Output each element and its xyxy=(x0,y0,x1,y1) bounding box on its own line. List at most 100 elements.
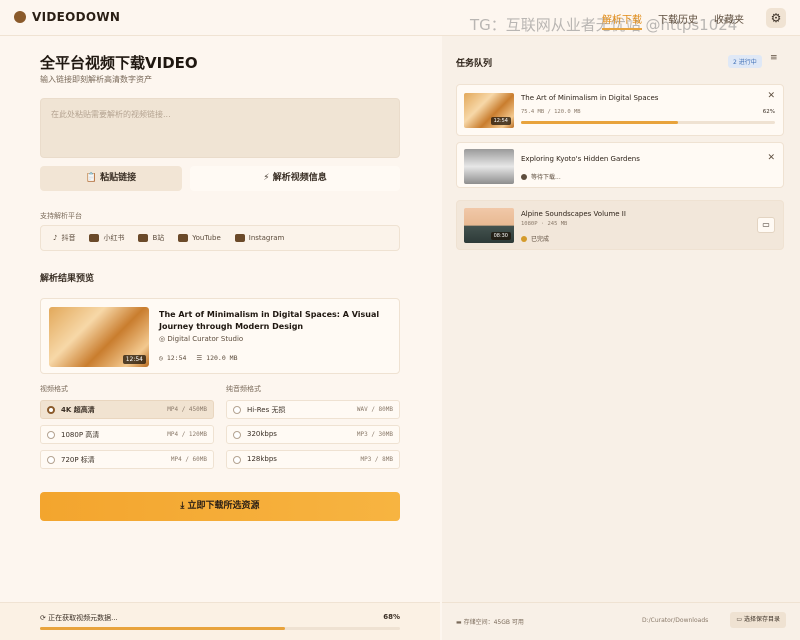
audio-option-320[interactable]: 320kbps MP3 / 30MB xyxy=(226,425,400,444)
platform-label: Instagram xyxy=(248,234,285,242)
option-meta: MP4 / 450MB xyxy=(167,406,207,413)
option-meta: MP3 / 30MB xyxy=(356,431,393,438)
platform-label: 小红书 xyxy=(103,234,125,242)
download-selected-button[interactable]: ⤓ 立即下载所选资源 xyxy=(40,492,400,521)
radio xyxy=(47,456,55,464)
video-option-4k[interactable]: 4K 超高清 MP4 / 450MB xyxy=(40,400,214,419)
queue-panel: 任务队列 2 进行中 ≡ 12:54 The Art of Minimalism… xyxy=(442,36,800,640)
platform-youtube[interactable]: YouTube xyxy=(178,234,221,242)
result-section-title: 解析结果预览 xyxy=(40,274,95,284)
open-folder-icon[interactable]: ▭ xyxy=(757,217,775,233)
platform-douyin[interactable]: ♪ 抖音 xyxy=(53,233,75,243)
status-progress-bar xyxy=(40,627,400,630)
option-meta: MP4 / 120MB xyxy=(167,431,207,438)
queue-status-text: 等待下载... xyxy=(531,174,561,181)
nav-item-history[interactable]: 下载历史 xyxy=(658,11,698,30)
video-option-1080p[interactable]: 1080P 高清 MP4 / 120MB xyxy=(40,425,214,444)
choose-directory-button[interactable]: ▭ 选择保存目录 xyxy=(730,612,786,628)
option-meta: MP4 / 60MB xyxy=(170,456,207,463)
clock-icon: ◷ xyxy=(159,354,163,362)
queue-item-percent: 62% xyxy=(762,109,775,115)
video-title: The Art of Minimalism in Digital Spaces:… xyxy=(159,310,380,331)
book-icon xyxy=(89,234,100,242)
audio-option-hires[interactable]: Hi-Res 无损 WAV / 80MB xyxy=(226,400,400,419)
platforms-label: 支持解析平台 xyxy=(40,212,82,220)
parse-video-button[interactable]: ⚡ 解析视频信息 xyxy=(190,166,400,191)
channel-name: Digital Curator Studio xyxy=(167,335,244,343)
queue-item: Exploring Kyoto's Hidden Gardens ✕ 等待下载.… xyxy=(456,142,784,188)
brand-name: VIDEODOWN xyxy=(32,10,121,24)
platform-xiaohongshu[interactable]: 小红书 xyxy=(89,233,124,243)
paste-label: 粘贴链接 xyxy=(100,173,137,183)
queue-thumbnail: 12:54 xyxy=(464,93,514,128)
option-name: Hi-Res 无损 xyxy=(247,406,286,414)
option-meta: MP3 / 8MB xyxy=(360,456,393,463)
play-icon xyxy=(178,234,189,242)
nav-item-favorites[interactable]: 收藏夹 xyxy=(714,11,744,30)
option-name: 4K 超高清 xyxy=(61,406,95,414)
tv-icon xyxy=(138,234,149,242)
nav-item-parse[interactable]: 解析下载 xyxy=(602,11,642,30)
queue-thumbnail xyxy=(464,149,514,184)
status-percent: 68% xyxy=(383,613,400,621)
size-meta: ☰ 120.0 MB xyxy=(196,354,237,362)
video-option-720p[interactable]: 720P 标清 MP4 / 60MB xyxy=(40,450,214,469)
queue-thumbnail: 08:30 xyxy=(464,208,514,243)
queue-menu-icon[interactable]: ≡ xyxy=(770,53,778,63)
queue-item-title: The Art of Minimalism in Digital Spaces xyxy=(521,94,659,102)
download-icon: ⤓ xyxy=(180,501,185,511)
page-subtitle: 输入链接即刻解析高清数字资产 xyxy=(40,75,152,84)
page-title: 全平台视频下载VIDEO xyxy=(40,54,198,72)
close-icon[interactable]: ✕ xyxy=(767,153,775,163)
audio-format-label: 纯音频格式 xyxy=(226,385,261,393)
queue-item-size: 1080P · 245 MB xyxy=(521,221,568,227)
storage-text: 存储空间：45GB 可用 xyxy=(463,619,524,626)
queue-item-status: 等待下载... xyxy=(521,172,561,181)
radio xyxy=(47,431,55,439)
duration-meta: ◷ 12:54 xyxy=(159,354,186,362)
platform-instagram[interactable]: Instagram xyxy=(234,234,285,242)
folder-icon: ▭ xyxy=(736,616,743,623)
video-meta: ◷ 12:54 ☰ 120.0 MB xyxy=(159,354,237,362)
brand-logo-icon xyxy=(14,11,26,23)
result-card: 12:54 The Art of Minimalism in Digital S… xyxy=(40,298,400,374)
audio-option-128[interactable]: 128kbps MP3 / 8MB xyxy=(226,450,400,469)
thumbnail-duration: 12:54 xyxy=(122,355,146,364)
queue-thumbnail-duration: 08:30 xyxy=(490,232,511,240)
platform-label: B站 xyxy=(152,234,165,242)
platform-label: YouTube xyxy=(192,234,221,242)
radio xyxy=(233,406,241,414)
bolt-icon: ⚡ xyxy=(263,173,270,183)
sync-icon: ⟳ xyxy=(40,614,46,622)
queue-footer: ▬ 存储空间：45GB 可用 D:/Curator/Downloads ▭ 选择… xyxy=(442,602,800,640)
database-icon: ☰ xyxy=(196,354,203,362)
clipboard-icon: 📋 xyxy=(85,173,98,183)
option-name: 720P 标清 xyxy=(61,456,95,464)
waiting-icon xyxy=(521,173,527,180)
size-value: 120.0 MB xyxy=(206,354,238,362)
queue-item-title: Exploring Kyoto's Hidden Gardens xyxy=(521,155,640,163)
settings-gear-icon[interactable]: ⚙ xyxy=(766,8,786,28)
check-icon xyxy=(521,235,527,242)
option-name: 128kbps xyxy=(247,455,277,463)
url-input[interactable]: 在此处粘贴需要解析的视频链接... xyxy=(40,98,400,158)
queue-item-size: 75.4 MB / 120.0 MB xyxy=(521,109,581,115)
camera-icon xyxy=(234,234,245,242)
main-nav: 解析下载 下载历史 收藏夹 xyxy=(602,11,744,30)
queue-progress-fill xyxy=(521,121,679,124)
download-path: D:/Curator/Downloads xyxy=(642,617,709,624)
queue-title: 任务队列 xyxy=(456,59,493,69)
radio xyxy=(233,431,241,439)
drive-icon: ▬ xyxy=(456,619,462,626)
close-icon[interactable]: ✕ xyxy=(767,91,775,101)
status-progress-fill xyxy=(40,627,285,630)
paste-link-button[interactable]: 📋 粘贴链接 xyxy=(40,166,182,191)
queue-item-title: Alpine Soundscapes Volume II xyxy=(521,210,626,218)
queue-item: 08:30 Alpine Soundscapes Volume II 1080P… xyxy=(456,200,784,250)
queue-badge: 2 进行中 xyxy=(728,55,762,68)
download-label: 立即下载所选资源 xyxy=(187,501,260,511)
brand[interactable]: VIDEODOWN xyxy=(14,10,120,24)
platform-bilibili[interactable]: B站 xyxy=(138,233,164,243)
status-bar: ⟳ 正在获取视频元数据... 68% xyxy=(0,602,440,640)
parse-label: 解析视频信息 xyxy=(272,173,327,183)
